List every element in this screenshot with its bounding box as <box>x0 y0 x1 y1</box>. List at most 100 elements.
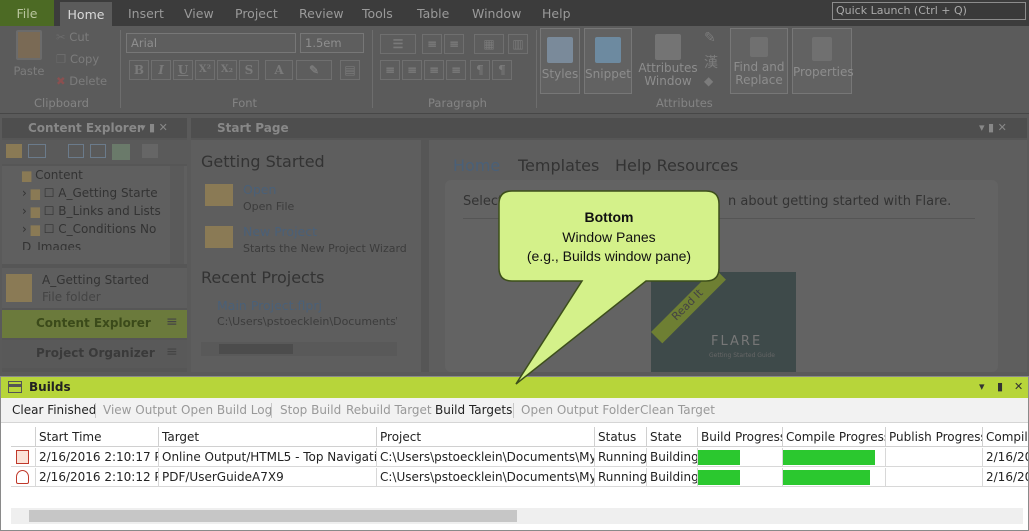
tab-table[interactable]: Table <box>417 0 449 26</box>
grid-icon[interactable] <box>112 144 130 160</box>
bold-button[interactable]: B <box>129 60 149 80</box>
new-item-icon[interactable] <box>68 144 84 158</box>
underline-button[interactable]: U <box>173 60 193 80</box>
font-size-select[interactable]: 1.5em <box>300 33 364 53</box>
tab-review[interactable]: Review <box>299 0 344 26</box>
view-icon[interactable] <box>28 144 46 158</box>
ltr-button[interactable]: ¶ <box>470 60 490 80</box>
delete-button[interactable]: ✖ Delete <box>56 74 107 88</box>
file-tab[interactable]: File <box>0 0 54 26</box>
cut-button[interactable]: ✂ Cut <box>56 30 89 44</box>
styles-button[interactable]: Styles <box>540 28 580 94</box>
justify-button[interactable]: ≡ <box>446 60 466 80</box>
start-page-pane: Start Page ▾ ▮ ✕ Getting Started Open Op… <box>191 118 1027 372</box>
column-state[interactable]: State <box>647 427 698 447</box>
new-project-link[interactable]: New Project <box>243 224 317 239</box>
column-compile[interactable]: Compile <box>983 427 1028 447</box>
copy-button[interactable]: ❐ Copy <box>56 52 99 66</box>
tab-view[interactable]: View <box>184 0 214 26</box>
pin-icon[interactable]: ▮ <box>997 377 1003 397</box>
callout-line-2: (e.g., Builds window pane) <box>526 248 692 264</box>
open-link[interactable]: Open <box>243 182 276 197</box>
superscript-button[interactable]: X² <box>195 60 215 80</box>
rebuild-target-button[interactable]: Rebuild Target <box>346 403 432 417</box>
tab-home-start[interactable]: Home <box>453 156 500 175</box>
paste-button[interactable]: Paste <box>8 28 50 86</box>
rtl-button[interactable]: ¶ <box>492 60 512 80</box>
insert-element-button[interactable]: ▦ <box>474 34 504 54</box>
spell-check-icon[interactable]: ✎ <box>704 30 716 46</box>
italic-button[interactable]: I <box>151 60 171 80</box>
scrollbar-thumb[interactable] <box>219 344 293 354</box>
column-build-progress[interactable]: Build Progress <box>698 427 783 447</box>
copy-label: Copy <box>69 52 100 66</box>
copy-icon: ❐ <box>56 52 67 66</box>
getting-started-book[interactable]: Read It FLARE Getting Started Guide <box>651 272 796 372</box>
open-build-log-button[interactable]: Open Build Log <box>181 403 272 417</box>
content-tree: ▆ Content › ▆ ☐ A_Getting Starte › ▆ ☐ B… <box>2 166 187 264</box>
tree-item[interactable]: › ▆ ☐ B_Links and Lists <box>22 204 161 218</box>
clear-finished-button[interactable]: Clear Finished <box>12 403 96 417</box>
recent-project-link[interactable]: Main Project.flprj <box>217 298 322 313</box>
column-compile-progress[interactable]: Compile Progress <box>783 427 886 447</box>
column-start-time[interactable]: Start Time <box>36 427 159 447</box>
align-left-button[interactable]: ≡ <box>380 60 400 80</box>
highlight-button[interactable]: ✎ <box>296 60 332 80</box>
tree-item[interactable]: › ▆ ☐ C_Conditions No <box>22 222 156 236</box>
scrollbar[interactable] <box>201 342 397 356</box>
tab-tools[interactable]: Tools <box>362 0 393 26</box>
tree-item[interactable]: D_Images <box>22 240 81 250</box>
column-status[interactable]: Status <box>595 427 647 447</box>
tab-insert[interactable]: Insert <box>128 0 164 26</box>
align-center-button[interactable]: ≡ <box>402 60 422 80</box>
format-painter-button[interactable]: ▤ <box>340 60 360 80</box>
clean-target-button[interactable]: Clean Target <box>640 403 715 417</box>
subscript-button[interactable]: X₂ <box>217 60 237 80</box>
nav-project-organizer[interactable]: Project Organizer ≡ <box>2 340 187 368</box>
bullet-list-button[interactable]: ☰ <box>380 34 416 54</box>
font-color-button[interactable]: A <box>265 60 293 80</box>
find-replace-button[interactable]: Find and Replace <box>730 28 788 94</box>
clear-format-button[interactable]: S <box>239 60 259 80</box>
align-right-button[interactable]: ≡ <box>424 60 444 80</box>
nav-content-explorer[interactable]: Content Explorer ≡ <box>2 310 187 338</box>
delete-icon: ✖ <box>56 74 66 88</box>
column-target[interactable]: Target <box>159 427 377 447</box>
show-blocks-button[interactable]: ▥ <box>508 34 528 54</box>
sync-icon[interactable] <box>142 144 158 158</box>
tab-help-resources[interactable]: Help Resources <box>615 156 738 175</box>
tree-label: C_Conditions No <box>58 222 157 236</box>
stop-build-button[interactable]: Stop Build <box>280 403 341 417</box>
build-targets-button[interactable]: Build Targets <box>435 403 512 417</box>
increase-indent-button[interactable]: ≡ <box>444 34 464 54</box>
open-output-folder-button[interactable]: Open Output Folder <box>521 403 639 417</box>
decrease-indent-button[interactable]: ≡ <box>422 34 442 54</box>
copy-item-icon[interactable] <box>90 144 106 158</box>
horizontal-scrollbar[interactable] <box>11 508 1023 524</box>
font-family-select[interactable]: Arial <box>126 33 296 53</box>
snippet-button[interactable]: Snippet <box>584 28 632 94</box>
column-project[interactable]: Project <box>377 427 595 447</box>
dropdown-icon[interactable]: ▾ <box>979 377 985 397</box>
scrollbar-thumb[interactable] <box>29 510 517 522</box>
tree-item-content[interactable]: ▆ Content <box>22 168 83 182</box>
properties-button[interactable]: Properties <box>792 28 854 94</box>
folder-icon[interactable] <box>6 144 22 158</box>
tab-window[interactable]: Window <box>472 0 521 26</box>
start-time-cell: 2/16/2016 2:10:17 PM <box>36 448 159 467</box>
close-icon[interactable]: ✕ <box>1014 377 1023 397</box>
column-publish-progress[interactable]: Publish Progress <box>886 427 983 447</box>
translate-icon[interactable]: 漢 <box>704 52 718 72</box>
scrollbar[interactable] <box>170 166 184 264</box>
tab-help[interactable]: Help <box>542 0 571 26</box>
view-output-button[interactable]: View Output <box>103 403 177 417</box>
tab-project[interactable]: Project <box>235 0 278 26</box>
tab-home[interactable]: Home <box>60 2 112 26</box>
tree-item[interactable]: › ▆ ☐ A_Getting Starte <box>22 186 158 200</box>
snippet-label: Snippet <box>585 67 631 81</box>
start-left-column: Getting Started Open Open File New Proje… <box>191 140 421 372</box>
tag-icon[interactable]: ◆ <box>704 74 713 88</box>
quick-launch-input[interactable]: Quick Launch (Ctrl + Q) <box>832 2 1026 20</box>
tab-templates[interactable]: Templates <box>518 156 599 175</box>
attributes-window-button[interactable]: Attributes Window <box>638 28 698 94</box>
